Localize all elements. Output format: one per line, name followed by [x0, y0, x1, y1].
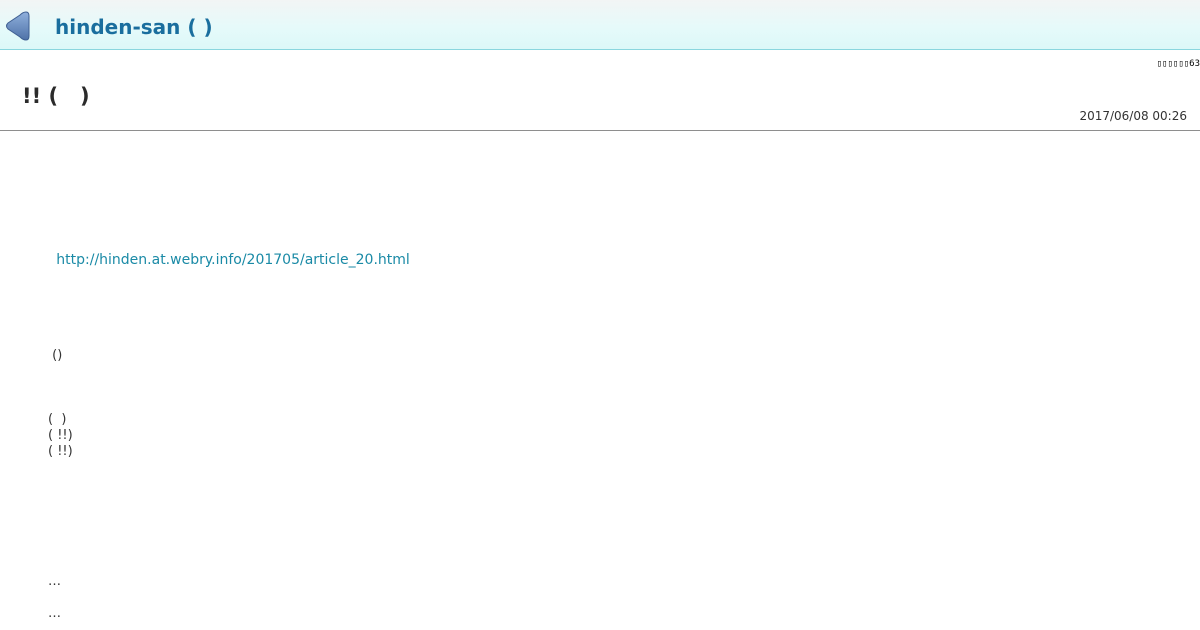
- blog-title-link[interactable]: hinden-san ( ): [55, 14, 213, 40]
- body-text-line: ( !!): [48, 428, 73, 443]
- article-title: !! ( ): [22, 84, 90, 108]
- article-link-line: http://hinden.at.webry.info/201705/artic…: [48, 236, 410, 269]
- body-text-line: ( !!): [48, 444, 73, 459]
- body-text-line: (): [48, 348, 63, 363]
- back-arrow-icon[interactable]: [4, 10, 30, 42]
- body-text-line: …: [48, 606, 61, 621]
- body-text-line: ( ): [48, 412, 67, 427]
- blog-header: hinden-san ( ): [0, 0, 1200, 50]
- body-text-line: …: [48, 574, 61, 589]
- back-button[interactable]: [4, 10, 30, 42]
- article-link[interactable]: http://hinden.at.webry.info/201705/artic…: [56, 252, 410, 268]
- article-date: 2017/06/08 00:26: [1079, 109, 1187, 123]
- access-counter: ▯▯▯▯▯▯63: [1156, 59, 1200, 69]
- title-divider: [0, 130, 1200, 131]
